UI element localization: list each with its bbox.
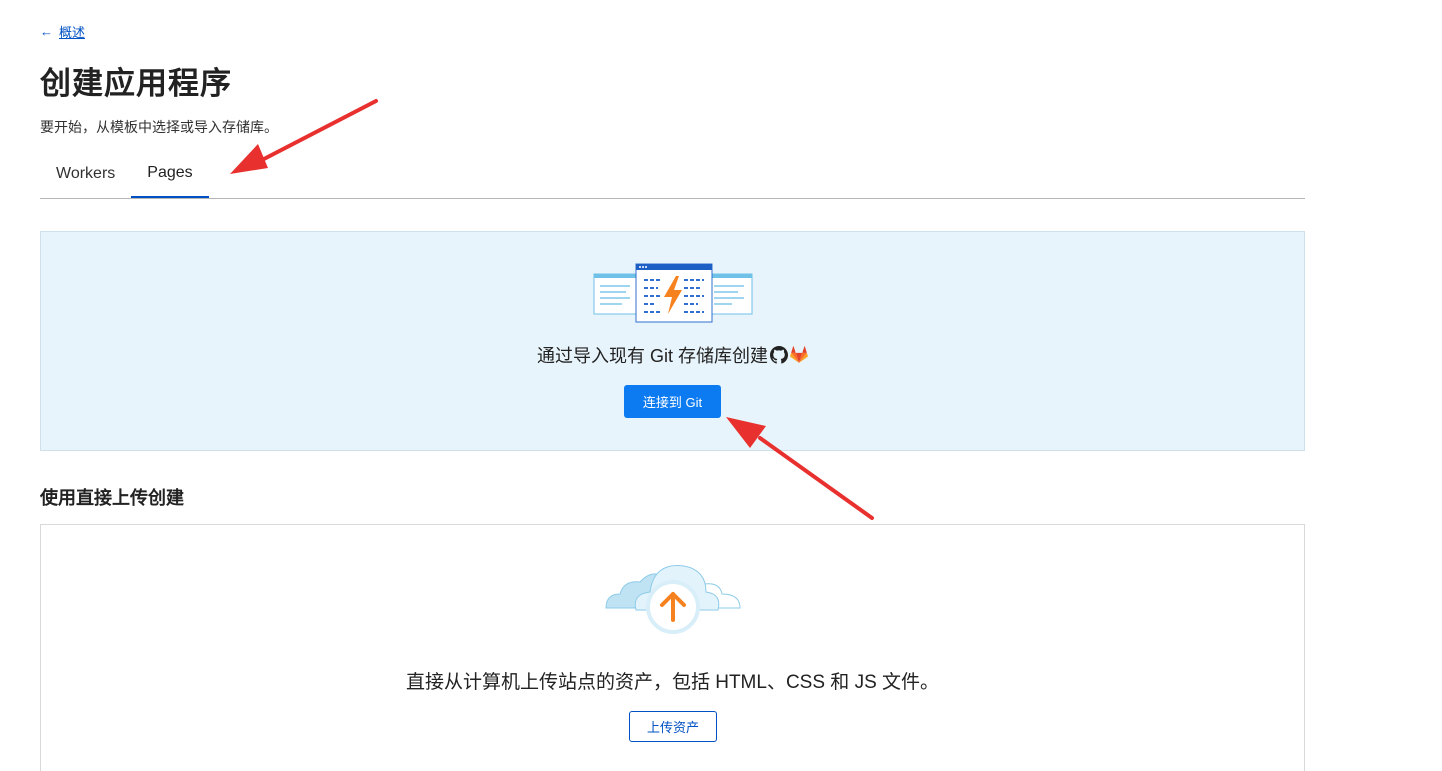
page-subtitle: 要开始，从模板中选择或导入存储库。	[40, 119, 278, 135]
arrow-left-icon: ←	[40, 24, 53, 39]
connect-to-git-button[interactable]: 连接到 Git	[624, 385, 721, 418]
tab-pages[interactable]: Pages	[131, 150, 209, 198]
direct-upload-text: 直接从计算机上传站点的资产，包括 HTML、CSS 和 JS 文件。	[405, 672, 940, 693]
git-pages-illustration-icon	[593, 263, 753, 323]
gitlab-icon	[790, 346, 808, 364]
back-link-label: 概述	[59, 25, 86, 40]
tab-workers-label: Workers	[56, 165, 116, 182]
github-icon	[770, 346, 788, 364]
direct-upload-section-title: 使用直接上传创建	[40, 488, 184, 508]
git-import-panel: 通过导入现有 Git 存储库创建 连接到 Git	[40, 231, 1305, 451]
git-import-text: 通过导入现有 Git 存储库创建	[536, 346, 768, 366]
tab-pages-label: Pages	[147, 164, 193, 181]
create-application-page: ← 概述 创建应用程序 要开始，从模板中选择或导入存储库。 Workers Pa…	[0, 0, 1442, 771]
page-title: 创建应用程序	[40, 66, 232, 101]
cloud-upload-icon	[605, 565, 741, 634]
git-import-text-row: 通过导入现有 Git 存储库创建	[41, 342, 1304, 368]
upload-assets-button[interactable]: 上传资产	[629, 711, 717, 742]
direct-upload-panel: 直接从计算机上传站点的资产，包括 HTML、CSS 和 JS 文件。 上传资产	[40, 524, 1305, 771]
back-to-overview-link[interactable]: ← 概述	[40, 22, 85, 41]
tab-bar: Workers Pages	[40, 150, 1305, 199]
tab-workers[interactable]: Workers	[40, 150, 131, 198]
